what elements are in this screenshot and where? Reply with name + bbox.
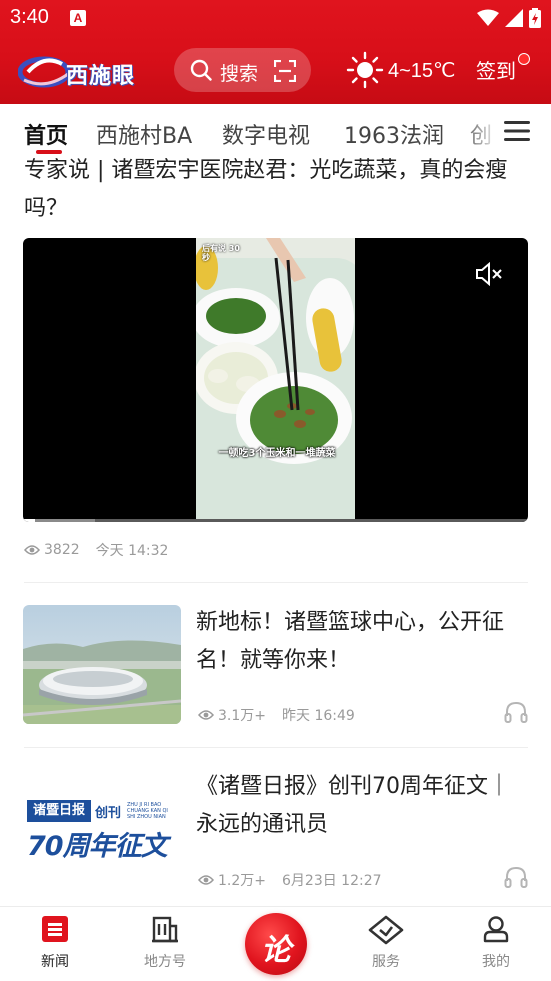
news-title[interactable]: 新地标！诸暨篮球中心，公开征名！就等你来！ <box>196 604 526 680</box>
thumb-line2: 70周年征文 <box>27 831 168 862</box>
tabs-fade <box>460 108 500 156</box>
video-progress-track[interactable] <box>23 519 528 522</box>
search-label: 搜索 <box>220 63 259 85</box>
scan-icon[interactable] <box>274 60 296 82</box>
top-bar: 西施眼 搜索 4~15℃ 签到 <box>0 44 551 96</box>
center-logo-button[interactable]: 论 <box>245 913 307 975</box>
tab-1963-farun[interactable]: 1963法润 <box>344 118 444 150</box>
news-title[interactable]: 《诸暨日报》创刊70周年征文｜永远的通讯员 <box>196 768 526 844</box>
status-time: 3:40 <box>10 6 49 28</box>
building-icon <box>152 916 178 943</box>
nav-news[interactable]: 新闻 <box>15 915 95 971</box>
news-thumbnail[interactable] <box>23 605 181 724</box>
stadium-image <box>23 605 181 724</box>
center-logo: 论 <box>261 933 291 968</box>
nav-mine-label: 我的 <box>482 954 510 970</box>
nav-mine[interactable]: 我的 <box>456 915 536 971</box>
video-still-image <box>196 238 355 522</box>
weather-temp: 4~15℃ <box>388 59 456 82</box>
featured-meta: 3822 今天 14:32 <box>24 540 168 560</box>
video-caption: 一顿吃3个玉米和一堆蔬菜 <box>218 448 336 459</box>
thumb-line1: 诸暨日报 <box>27 800 91 822</box>
app-logo[interactable]: 西施眼 <box>18 50 140 90</box>
user-icon <box>483 916 509 943</box>
thumb-line1b: 创刊 <box>95 806 122 821</box>
app-root: 3:40 A 西施眼 搜索 4~15℃ 签到 首页 西施村BA 数字电视 196… <box>0 0 551 981</box>
news-meta: 1.2万+ 6月23日 12:27 <box>198 870 382 890</box>
video-player[interactable]: 后有说 30秒 一顿吃3个玉米和一堆蔬菜 <box>23 238 528 522</box>
tab-digital-tv[interactable]: 数字电视 <box>222 118 310 150</box>
news-thumbnail[interactable]: 诸暨日报 创刊 ZHU JI RI BAO CHUANG KAN QI SHI … <box>23 770 181 889</box>
status-bar: 3:40 A <box>0 0 551 38</box>
wifi-icon <box>477 9 499 26</box>
signin-button[interactable]: 签到 <box>476 55 516 84</box>
eye-icon <box>198 875 214 885</box>
search-bar[interactable]: 搜索 <box>174 48 311 92</box>
publish-time: 昨天 16:49 <box>282 708 355 724</box>
signal-icon <box>505 9 523 27</box>
search-icon <box>190 59 212 81</box>
weather-widget[interactable]: 4~15℃ <box>346 50 456 90</box>
view-count: 3.1万+ <box>218 708 266 724</box>
menu-icon[interactable] <box>504 120 530 142</box>
video-watermark: 后有说 30秒 <box>202 244 240 262</box>
bottom-nav: 新闻 地方号 论 服务 我的 <box>0 906 551 981</box>
nav-service-label: 服务 <box>372 954 400 970</box>
view-count: 3822 <box>44 542 80 558</box>
tab-xishicun-ba[interactable]: 西施村BA <box>96 118 192 150</box>
headphone-icon[interactable] <box>504 701 528 723</box>
status-icons <box>477 8 541 28</box>
channel-tabs: 首页 西施村BA 数字电视 1963法润 创 <box>0 108 551 156</box>
thumb-small-text: ZHU JI RI BAO CHUANG KAN QI SHI ZHOU NIA… <box>127 802 168 820</box>
nav-local-label: 地方号 <box>144 954 186 970</box>
video-progress-fill <box>23 519 35 522</box>
diamond-heart-icon <box>368 915 404 945</box>
publish-time: 6月23日 12:27 <box>282 873 382 889</box>
signin-badge-dot <box>518 53 530 65</box>
divider <box>24 747 528 748</box>
a-icon: A <box>70 10 86 26</box>
divider <box>24 582 528 583</box>
publish-time: 今天 14:32 <box>95 543 169 559</box>
tab-home[interactable]: 首页 <box>24 118 68 150</box>
featured-title[interactable]: 专家说 | 诸暨宏宇医院赵君：光吃蔬菜，真的会瘦吗？ <box>24 152 528 228</box>
video-frame: 后有说 30秒 一顿吃3个玉米和一堆蔬菜 <box>196 238 355 522</box>
news-meta: 3.1万+ 昨天 16:49 <box>198 705 355 725</box>
headphone-icon[interactable] <box>504 866 528 888</box>
video-buffer-bar <box>35 519 95 522</box>
nav-service[interactable]: 服务 <box>346 915 426 971</box>
battery-icon <box>529 8 541 28</box>
sun-icon <box>346 51 384 89</box>
news-icon <box>42 916 68 942</box>
logo-text: 西施眼 <box>66 64 136 89</box>
mute-icon[interactable] <box>475 262 503 286</box>
nav-news-label: 新闻 <box>41 954 69 970</box>
eye-icon <box>24 545 40 555</box>
view-count: 1.2万+ <box>218 873 266 889</box>
app-header: 3:40 A 西施眼 搜索 4~15℃ 签到 <box>0 0 551 104</box>
nav-local[interactable]: 地方号 <box>125 915 205 971</box>
eye-icon <box>198 710 214 720</box>
